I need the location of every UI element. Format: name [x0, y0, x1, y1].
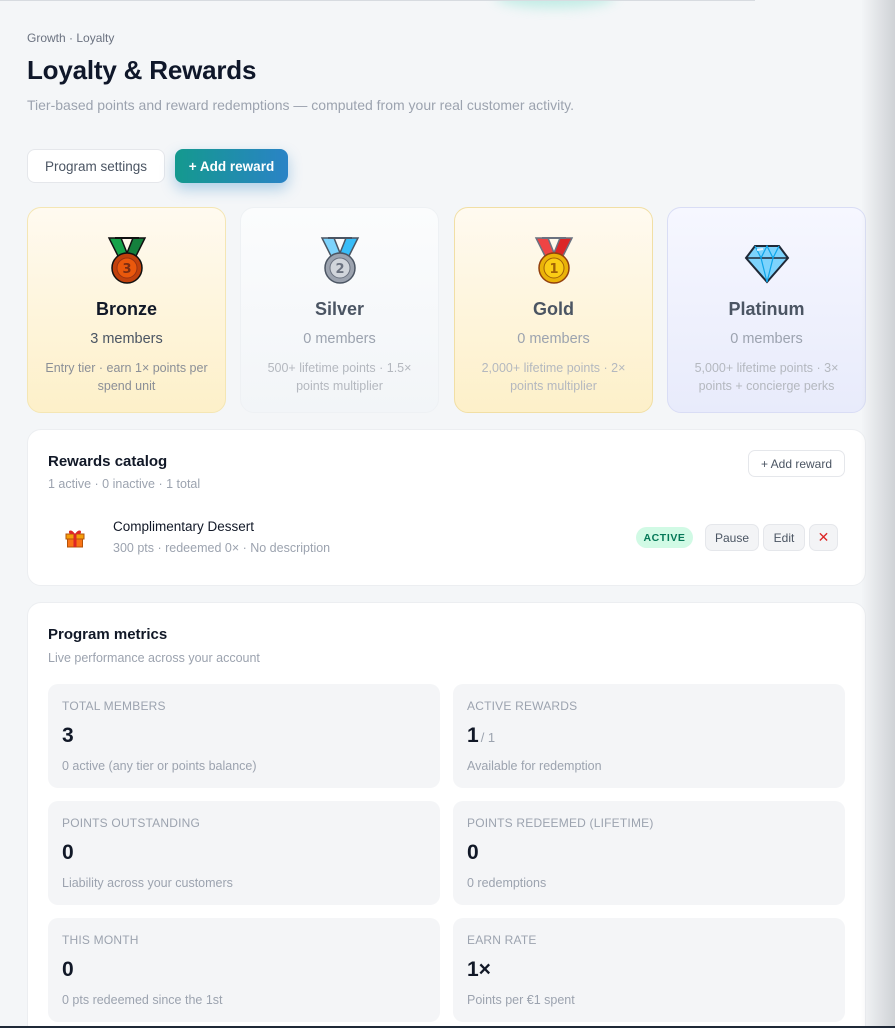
metric-note: Points per €1 spent [467, 993, 575, 1007]
bronze-medal-icon: 3 [107, 237, 146, 284]
window-edge-shadow [861, 0, 895, 1028]
metric-value: 0 [467, 841, 479, 864]
catalog-add-reward-button[interactable]: + Add reward [748, 450, 845, 477]
metric-label: This month [62, 933, 139, 947]
page-title: Loyalty & Rewards [27, 55, 257, 85]
rewards-catalog-summary: 1 active · 0 inactive · 1 total [48, 477, 201, 491]
tier-description: Entry tier · earn 1× points per spend un… [45, 361, 208, 393]
metric-label: Earn rate [467, 933, 537, 947]
program-metrics-card: Program metrics Live performance across … [27, 602, 866, 1028]
close-icon: ✕ [817, 529, 830, 545]
tier-member-count: 0 members [303, 331, 376, 347]
status-badge: ACTIVE [636, 527, 693, 548]
metric-value: 1/ 1 [467, 724, 496, 747]
tier-member-count: 3 members [90, 331, 163, 347]
tier-member-count: 0 members [730, 331, 803, 347]
tier-description: 500+ lifetime points · 1.5× points multi… [267, 361, 412, 393]
tier-card-silver: 2 Silver 0 members 500+ lifetime points … [240, 207, 439, 413]
tier-name: Gold [533, 299, 574, 319]
metric-points-outstanding: Points outstanding 0 Liability across yo… [48, 801, 440, 905]
tier-description: 5,000+ lifetime points · 3× points + con… [694, 361, 839, 393]
pause-reward-button[interactable]: Pause [705, 524, 759, 551]
tier-description: 2,000+ lifetime points · 2× points multi… [481, 361, 626, 393]
reward-name: Complimentary Dessert [113, 519, 255, 534]
top-divider [0, 0, 755, 1]
tier-member-count: 0 members [517, 331, 590, 347]
diamond-icon [744, 244, 789, 284]
rewards-catalog-title: Rewards catalog [48, 453, 168, 470]
metric-total-members: Total members 3 0 active (any tier or po… [48, 684, 440, 788]
metric-label: Points redeemed (lifetime) [467, 816, 654, 830]
metric-value: 0 [62, 841, 74, 864]
metric-value: 1× [467, 958, 491, 981]
program-settings-button[interactable]: Program settings [27, 149, 165, 183]
silver-medal-number: 2 [335, 262, 344, 277]
program-metrics-title: Program metrics [48, 626, 168, 643]
page-subtitle: Tier-based points and reward redemptions… [27, 97, 575, 113]
tier-card-bronze: 3 Bronze 3 members Entry tier · earn 1× … [27, 207, 226, 413]
tier-name: Bronze [95, 299, 157, 319]
program-metrics-subtitle: Live performance across your account [48, 651, 260, 665]
metric-note: 0 pts redeemed since the 1st [62, 993, 223, 1007]
metric-label: Active rewards [467, 699, 578, 713]
metric-note: 0 redemptions [467, 876, 547, 890]
remove-reward-button[interactable]: ✕ [809, 524, 838, 551]
add-reward-button[interactable]: + Add reward [175, 149, 288, 183]
gold-medal-number: 1 [549, 262, 558, 277]
breadcrumb: Growth · Loyalty [27, 31, 115, 45]
tier-name: Silver [314, 299, 365, 319]
metric-this-month: This month 0 0 pts redeemed since the 1s… [48, 918, 440, 1022]
tier-card-platinum: Platinum 0 members 5,000+ lifetime point… [667, 207, 866, 413]
metric-value: 3 [62, 724, 74, 747]
gift-icon [65, 530, 85, 548]
metric-value: 0 [62, 958, 74, 981]
top-glow-decoration [495, 0, 615, 8]
edit-reward-button[interactable]: Edit [763, 524, 805, 551]
bronze-medal-number: 3 [122, 262, 131, 277]
silver-medal-icon: 2 [320, 237, 359, 284]
metric-note: Available for redemption [467, 759, 602, 773]
metric-points-redeemed: Points redeemed (lifetime) 0 0 redemptio… [453, 801, 845, 905]
metric-note: 0 active (any tier or points balance) [62, 759, 257, 773]
rewards-catalog-card: Rewards catalog 1 active · 0 inactive · … [27, 429, 866, 586]
metric-note: Liability across your customers [62, 876, 233, 890]
metric-active-rewards: Active rewards 1/ 1 Available for redemp… [453, 684, 845, 788]
metric-value-suffix: / 1 [480, 730, 496, 745]
tier-name: Platinum [728, 299, 805, 319]
gold-medal-icon: 1 [534, 237, 573, 284]
tier-card-gold: 1 Gold 0 members 2,000+ lifetime points … [454, 207, 653, 413]
metric-earn-rate: Earn rate 1× Points per €1 spent [453, 918, 845, 1022]
reward-meta: 300 pts · redeemed 0× · No description [113, 541, 331, 555]
metric-label: Points outstanding [62, 816, 201, 830]
metric-label: Total members [62, 699, 166, 713]
